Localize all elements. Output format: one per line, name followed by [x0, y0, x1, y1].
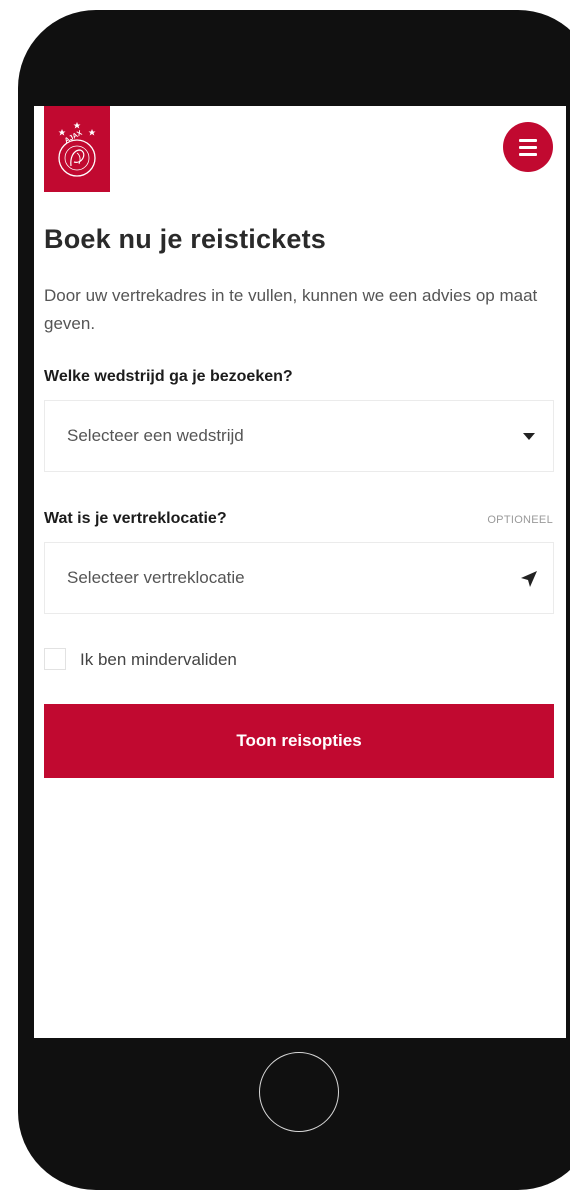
hamburger-menu-icon-bar: [519, 146, 537, 149]
location-arrow-icon[interactable]: [519, 569, 539, 589]
show-travel-options-button[interactable]: Toon reisopties: [44, 704, 554, 778]
app-screen: AJAX Boek nu je reistickets Door uw vert…: [34, 106, 566, 1038]
caret-down-icon: [523, 433, 535, 440]
menu-button[interactable]: [503, 122, 553, 172]
intro-text: Door uw vertrekadres in te vullen, kunne…: [44, 286, 538, 333]
disabled-checkbox-label: Ik ben mindervaliden: [80, 650, 237, 669]
home-button[interactable]: [259, 1052, 339, 1132]
optional-tag: OPTIONEEL: [487, 514, 553, 526]
page-title: Boek nu je reistickets: [44, 224, 327, 254]
location-select-value: Selecteer vertreklocatie: [67, 568, 245, 587]
location-select[interactable]: Selecteer vertreklocatie: [44, 542, 554, 614]
match-field-label: Welke wedstrijd ga je bezoeken?: [44, 368, 293, 385]
ajax-crest-icon: AJAX: [58, 122, 96, 177]
location-field-label: Wat is je vertreklocatie?: [44, 510, 227, 527]
logo-text: AJAX: [64, 130, 84, 145]
hamburger-menu-icon-bar: [519, 153, 537, 156]
ajax-logo[interactable]: AJAX: [44, 106, 110, 192]
match-select[interactable]: Selecteer een wedstrijd: [44, 400, 554, 472]
disabled-checkbox[interactable]: [44, 648, 66, 670]
hamburger-menu-icon: [519, 139, 537, 142]
match-select-value: Selecteer een wedstrijd: [67, 426, 244, 445]
